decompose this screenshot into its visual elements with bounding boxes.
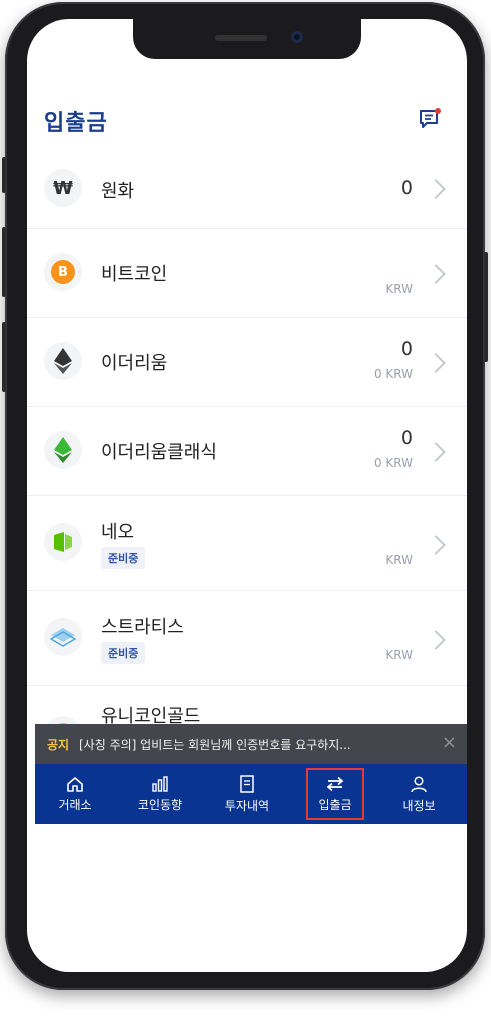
coin-krw-value: KRW <box>385 553 413 567</box>
bottom-tab-bar: 거래소 코인동향 투자내역 입출금 내정보 <box>35 764 467 824</box>
document-icon <box>240 774 254 793</box>
tab-label: 거래소 <box>58 797 92 812</box>
user-icon <box>411 775 427 792</box>
coin-amount: 0 <box>400 427 413 449</box>
close-icon[interactable]: × <box>442 732 457 753</box>
won-icon: ₩ <box>44 169 82 207</box>
status-badge: 준비중 <box>101 642 146 664</box>
coin-krw-value: 0 KRW <box>373 367 413 381</box>
tab-coin-trends[interactable]: 코인동향 <box>120 764 200 824</box>
volume-down-button <box>2 322 6 392</box>
coin-krw-value: KRW <box>385 282 413 296</box>
home-icon <box>67 776 83 792</box>
tab-label: 코인동향 <box>137 797 183 812</box>
mute-switch <box>2 157 6 193</box>
neo-icon <box>44 523 82 561</box>
tab-label: 투자내역 <box>224 798 270 813</box>
coin-name: 비트코인 <box>101 264 168 285</box>
speaker <box>215 35 267 41</box>
status-badge: 준비중 <box>101 547 146 569</box>
camera <box>291 31 303 43</box>
tab-label: 내정보 <box>402 798 436 813</box>
coin-name: 네오 <box>101 522 135 543</box>
ethereum-classic-icon <box>44 431 82 469</box>
message-icon[interactable] <box>418 107 442 131</box>
bar-chart-icon <box>152 775 168 792</box>
chevron-right-icon <box>426 630 446 650</box>
notice-tag: 공지 <box>47 738 70 752</box>
phone-frame: 입출금 ₩ 원화 0 B 비트코인 KRW 이더리움 0 0 KRW 이더리움클… <box>2 2 488 990</box>
notice-text: [사칭 주의] 업비트는 회원님께 인증번호를 요구하지... <box>79 738 351 752</box>
coin-krw-value: KRW <box>385 648 413 662</box>
tab-deposit-withdraw[interactable]: 입출금 <box>306 768 364 820</box>
header: 입출금 <box>27 99 467 149</box>
tab-label: 입출금 <box>318 797 352 812</box>
list-item-neo[interactable]: 네오 준비중 KRW <box>27 496 467 591</box>
chevron-right-icon <box>426 179 446 199</box>
transfer-arrows-icon <box>326 776 344 791</box>
coin-amount: 0 <box>400 177 413 199</box>
chevron-right-icon <box>426 442 446 462</box>
coin-name: 이더리움 <box>101 353 168 374</box>
chevron-right-icon <box>426 353 446 373</box>
list-item-stratis[interactable]: 스트라티스 준비중 KRW <box>27 591 467 686</box>
stratis-icon <box>44 618 82 656</box>
list-item-bitcoin[interactable]: B 비트코인 KRW <box>27 229 467 318</box>
tab-exchange[interactable]: 거래소 <box>35 764 115 824</box>
tab-investment-history[interactable]: 투자내역 <box>207 764 287 824</box>
list-item-ethereum-classic[interactable]: 이더리움클래식 0 0 KRW <box>27 407 467 496</box>
coin-name: 원화 <box>101 181 135 202</box>
volume-up-button <box>2 227 6 297</box>
phone-screen: 입출금 ₩ 원화 0 B 비트코인 KRW 이더리움 0 0 KRW 이더리움클… <box>27 19 467 972</box>
coin-amount: 0 <box>400 338 413 360</box>
list-item-ethereum[interactable]: 이더리움 0 0 KRW <box>27 318 467 407</box>
list-item-krw[interactable]: ₩ 원화 0 <box>27 151 467 229</box>
ethereum-icon <box>44 342 82 380</box>
notch <box>133 19 361 59</box>
chevron-right-icon <box>426 264 446 284</box>
power-button <box>484 252 488 362</box>
bitcoin-icon: B <box>44 253 82 291</box>
chevron-right-icon <box>426 535 446 555</box>
coin-krw-value: 0 KRW <box>373 456 413 470</box>
coin-name: 스트라티스 <box>101 617 184 638</box>
tab-my-info[interactable]: 내정보 <box>379 764 459 824</box>
coin-name: 이더리움클래식 <box>101 442 217 463</box>
page-title: 입출금 <box>44 111 108 136</box>
notice-banner[interactable]: 공지 [사칭 주의] 업비트는 회원님께 인증번호를 요구하지... × <box>35 724 467 764</box>
